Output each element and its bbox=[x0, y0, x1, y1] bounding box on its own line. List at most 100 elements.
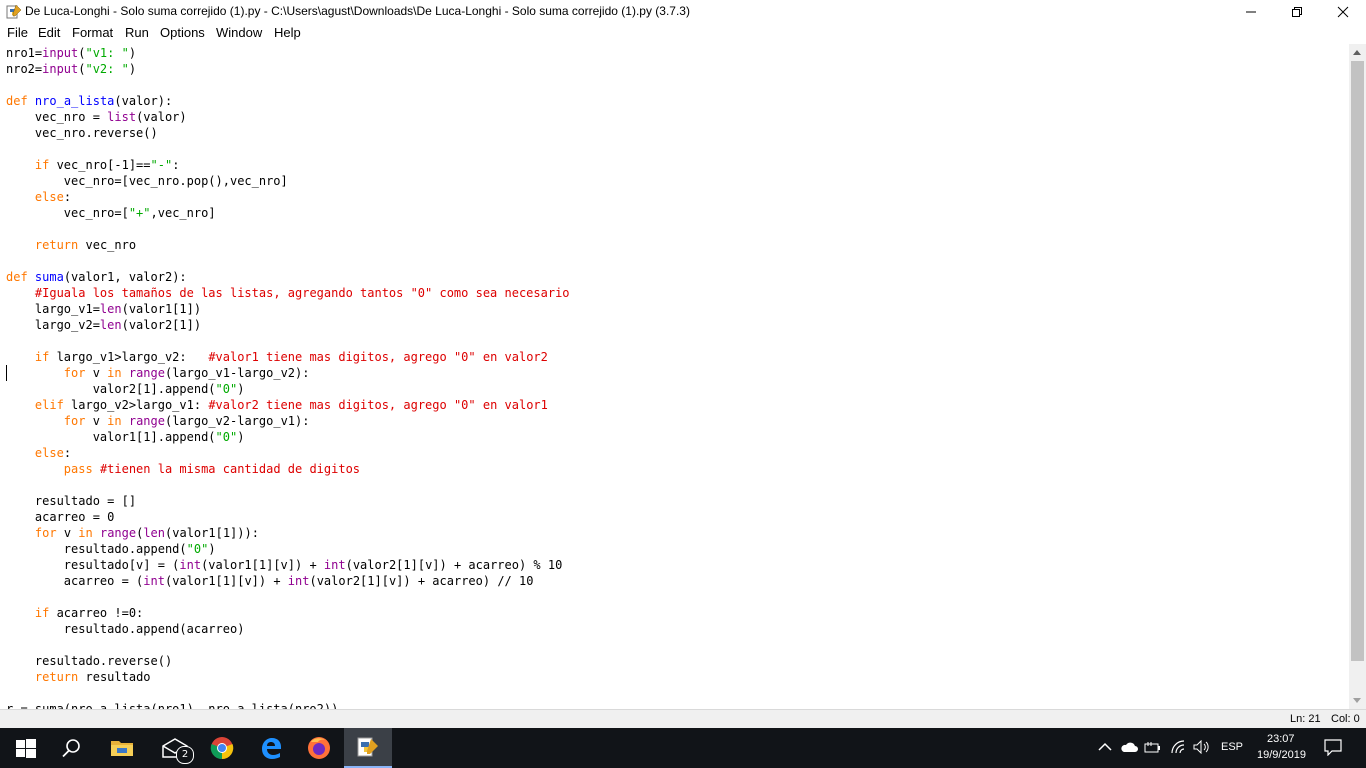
idle-button[interactable] bbox=[344, 728, 392, 768]
code-line[interactable]: vec_nro = list(valor) bbox=[6, 109, 570, 125]
code-token: def bbox=[6, 270, 28, 284]
onedrive-cloud-icon[interactable] bbox=[1120, 741, 1138, 753]
volume-icon[interactable] bbox=[1193, 740, 1211, 754]
code-line[interactable]: largo_v2=len(valor2[1]) bbox=[6, 317, 570, 333]
code-token: vec_nro.reverse() bbox=[6, 126, 158, 140]
show-hidden-icons-icon[interactable] bbox=[1098, 742, 1112, 752]
code-line[interactable]: vec_nro=["+",vec_nro] bbox=[6, 205, 570, 221]
code-line[interactable] bbox=[6, 685, 570, 701]
code-token: (valor1[1]) bbox=[121, 302, 202, 316]
code-line[interactable]: largo_v1=len(valor1[1]) bbox=[6, 301, 570, 317]
code-line[interactable]: else: bbox=[6, 189, 570, 205]
menu-options[interactable]: Options bbox=[160, 25, 205, 40]
windows-logo-icon bbox=[16, 739, 36, 758]
code-line[interactable]: resultado.reverse() bbox=[6, 653, 570, 669]
code-token: resultado bbox=[78, 670, 151, 684]
battery-plug-icon[interactable] bbox=[1144, 741, 1162, 754]
menu-window[interactable]: Window bbox=[216, 25, 262, 40]
code-line[interactable]: for v in range(largo_v2-largo_v1): bbox=[6, 413, 570, 429]
code-line[interactable]: vec_nro.reverse() bbox=[6, 125, 570, 141]
code-token: list bbox=[107, 110, 137, 124]
code-token: r = suma(nro_a_lista(nro1), nro_a_lista(… bbox=[6, 702, 339, 709]
code-line[interactable]: resultado = [] bbox=[6, 493, 570, 509]
column-number: Col: 0 bbox=[1331, 713, 1360, 725]
chrome-button[interactable] bbox=[198, 728, 246, 768]
code-token: int bbox=[323, 558, 346, 572]
code-line[interactable] bbox=[6, 141, 570, 157]
close-icon bbox=[1337, 6, 1349, 18]
code-line[interactable]: return vec_nro bbox=[6, 237, 570, 253]
clock-time[interactable]: 23:07 bbox=[1267, 733, 1295, 745]
code-line[interactable]: resultado[v] = (int(valor1[1][v]) + int(… bbox=[6, 557, 570, 573]
scrollbar-thumb[interactable] bbox=[1351, 61, 1364, 661]
vertical-scrollbar[interactable] bbox=[1349, 44, 1366, 709]
code-line[interactable]: pass #tienen la misma cantidad de digito… bbox=[6, 461, 570, 477]
code-line[interactable]: for v in range(len(valor1[1])): bbox=[6, 525, 570, 541]
python-idle-icon bbox=[357, 737, 378, 757]
code-line[interactable] bbox=[6, 253, 570, 269]
code-line[interactable] bbox=[6, 221, 570, 237]
code-line[interactable]: elif largo_v2>largo_v1: #valor2 tiene ma… bbox=[6, 397, 570, 413]
code-token: vec_nro=[vec_nro.pop(),vec_nro] bbox=[6, 174, 288, 188]
code-line[interactable]: for v in range(largo_v1-largo_v2): bbox=[6, 365, 570, 381]
code-line[interactable] bbox=[6, 637, 570, 653]
code-line[interactable]: if largo_v1>largo_v2: #valor1 tiene mas … bbox=[6, 349, 570, 365]
code-token: vec_nro = bbox=[6, 110, 108, 124]
menu-help[interactable]: Help bbox=[274, 25, 301, 40]
restore-button[interactable] bbox=[1274, 0, 1320, 23]
code-line[interactable]: return resultado bbox=[6, 669, 570, 685]
minimize-button[interactable] bbox=[1228, 0, 1274, 23]
start-button[interactable] bbox=[0, 728, 48, 768]
menu-file[interactable]: File bbox=[7, 25, 28, 40]
code-line[interactable]: if vec_nro[-1]=="-": bbox=[6, 157, 570, 173]
code-line[interactable]: if acarreo !=0: bbox=[6, 605, 570, 621]
input-language-indicator[interactable]: ESP bbox=[1221, 741, 1243, 753]
search-button[interactable] bbox=[48, 728, 96, 768]
code-token: for bbox=[63, 414, 86, 428]
code-token: (valor2[1][v]) + acarreo) // 10 bbox=[309, 574, 534, 588]
code-line[interactable]: def suma(valor1, valor2): bbox=[6, 269, 570, 285]
edge-button[interactable] bbox=[247, 728, 295, 768]
code-line[interactable]: else: bbox=[6, 445, 570, 461]
menu-edit[interactable]: Edit bbox=[38, 25, 60, 40]
code-token: len bbox=[99, 318, 122, 332]
file-explorer-button[interactable] bbox=[98, 728, 146, 768]
code-line[interactable]: #Iguala los tamaños de las listas, agreg… bbox=[6, 285, 570, 301]
code-token: if bbox=[34, 606, 50, 620]
clock-date[interactable]: 19/9/2019 bbox=[1257, 749, 1306, 761]
close-button[interactable] bbox=[1320, 0, 1366, 23]
code-token: nro_a_lista bbox=[34, 94, 115, 108]
code-line[interactable]: resultado.append("0") bbox=[6, 541, 570, 557]
action-center-icon[interactable] bbox=[1324, 739, 1342, 756]
code-line[interactable]: nro2=input("v2: ") bbox=[6, 61, 570, 77]
code-line[interactable]: def nro_a_lista(valor): bbox=[6, 93, 570, 109]
code-token: for bbox=[34, 526, 57, 540]
code-line[interactable]: nro1=input("v1: ") bbox=[6, 45, 570, 61]
code-line[interactable]: resultado.append(acarreo) bbox=[6, 621, 570, 637]
wifi-icon[interactable] bbox=[1170, 740, 1186, 754]
scroll-up-arrow-icon[interactable] bbox=[1353, 50, 1361, 55]
code-editor[interactable]: nro1=input("v1: ") nro2=input("v2: ") def… bbox=[0, 44, 1349, 709]
code-line[interactable]: valor2[1].append("0") bbox=[6, 381, 570, 397]
code-text[interactable]: nro1=input("v1: ") nro2=input("v2: ") def… bbox=[6, 45, 570, 709]
code-line[interactable]: valor1[1].append("0") bbox=[6, 429, 570, 445]
code-token: "v1: " bbox=[85, 46, 129, 60]
code-line[interactable] bbox=[6, 77, 570, 93]
menu-run[interactable]: Run bbox=[125, 25, 149, 40]
code-line[interactable]: vec_nro=[vec_nro.pop(),vec_nro] bbox=[6, 173, 570, 189]
code-line[interactable]: acarreo = 0 bbox=[6, 509, 570, 525]
scroll-down-arrow-icon[interactable] bbox=[1353, 698, 1361, 703]
code-line[interactable] bbox=[6, 589, 570, 605]
code-line[interactable]: acarreo = (int(valor1[1][v]) + int(valor… bbox=[6, 573, 570, 589]
code-line[interactable]: r = suma(nro_a_lista(nro1), nro_a_lista(… bbox=[6, 701, 570, 709]
firefox-button[interactable] bbox=[295, 728, 343, 768]
code-line[interactable] bbox=[6, 333, 570, 349]
code-token: acarreo = 0 bbox=[6, 510, 115, 524]
code-line[interactable] bbox=[6, 477, 570, 493]
code-token: (valor) bbox=[136, 110, 187, 124]
menu-format[interactable]: Format bbox=[72, 25, 113, 40]
